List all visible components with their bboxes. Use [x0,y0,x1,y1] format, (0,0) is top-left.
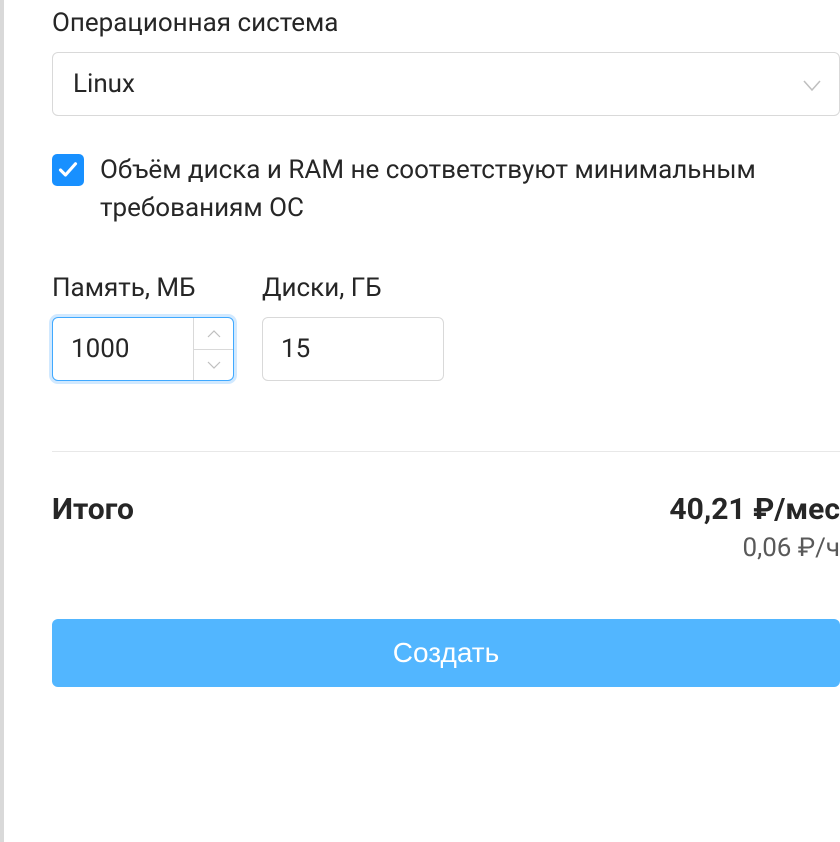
total-row: Итого 40,21 ₽/мес 0,06 ₽/ч [52,492,840,563]
vm-config-panel: Операционная система Linux Объём диска и… [0,0,840,842]
price-hourly: 0,06 ₽/ч [669,533,840,563]
price-block: 40,21 ₽/мес 0,06 ₽/ч [669,492,840,563]
price-monthly: 40,21 ₽/мес [669,492,840,527]
create-button[interactable]: Создать [52,619,840,687]
divider [52,451,840,452]
os-label: Операционная система [52,8,840,38]
total-label: Итого [52,492,134,527]
resource-inputs-row: Память, МБ 1000 Диски, ГБ 15 [52,273,840,381]
memory-value: 1000 [53,334,193,364]
os-select[interactable]: Linux [52,52,840,116]
disk-input[interactable]: 15 [262,317,444,381]
memory-label: Память, МБ [52,273,234,303]
memory-group: Память, МБ 1000 [52,273,234,381]
disk-label: Диски, ГБ [262,273,444,303]
memory-step-down[interactable] [194,350,233,381]
requirements-checkbox[interactable] [52,154,84,186]
memory-step-up[interactable] [194,318,233,350]
create-button-label: Создать [393,637,499,669]
requirements-warning-row: Объём диска и RAM не соответствуют миним… [52,152,840,227]
memory-input[interactable]: 1000 [52,317,234,381]
os-select-value: Linux [73,69,135,99]
disk-group: Диски, ГБ 15 [262,273,444,381]
chevron-down-icon [803,69,821,99]
disk-value: 15 [263,334,443,364]
requirements-warning-text: Объём диска и RAM не соответствуют миним… [100,152,840,227]
memory-stepper [193,318,233,380]
